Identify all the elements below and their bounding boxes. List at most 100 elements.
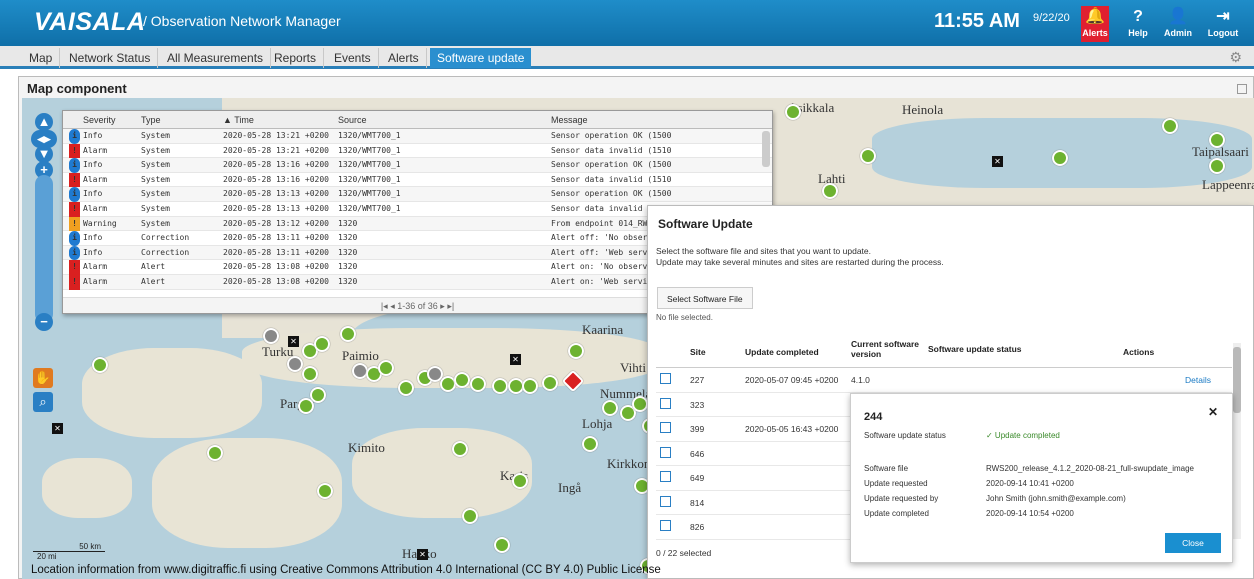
help-button[interactable]: ? Help bbox=[1118, 6, 1158, 42]
station-marker[interactable] bbox=[207, 445, 223, 461]
station-marker[interactable] bbox=[1209, 158, 1225, 174]
station-marker[interactable] bbox=[494, 537, 510, 553]
station-marker[interactable] bbox=[454, 372, 470, 388]
col-site[interactable]: Site bbox=[690, 347, 706, 357]
close-icon[interactable]: ✕ bbox=[1208, 405, 1218, 419]
station-marker[interactable] bbox=[287, 356, 303, 372]
table-row[interactable]: ! Alarm System 2020-05-28 13:21 +0200 1320/W… bbox=[63, 143, 772, 159]
offline-station-icon[interactable]: ✕ bbox=[288, 336, 299, 347]
tab-reports[interactable]: Reports bbox=[267, 48, 325, 68]
tab-network-status[interactable]: Network Status bbox=[62, 48, 159, 68]
station-marker[interactable] bbox=[298, 398, 314, 414]
col-type[interactable]: Type bbox=[141, 111, 161, 129]
cell-severity: Alarm bbox=[83, 203, 108, 213]
station-marker[interactable] bbox=[512, 473, 528, 489]
maximize-icon[interactable] bbox=[1237, 84, 1247, 94]
close-button[interactable]: Close bbox=[1165, 533, 1221, 553]
station-marker[interactable] bbox=[1052, 150, 1068, 166]
cell-site: 649 bbox=[690, 473, 705, 483]
site-checkbox[interactable] bbox=[660, 471, 671, 482]
station-marker[interactable] bbox=[542, 375, 558, 391]
table-row[interactable]: i Info System 2020-05-28 13:13 +0200 1320/WM… bbox=[63, 187, 772, 202]
offline-station-icon[interactable]: ✕ bbox=[417, 549, 428, 560]
table-row[interactable]: 227 2020-05-07 09:45 +0200 4.1.0 Details bbox=[656, 368, 1232, 393]
col-message[interactable]: Message bbox=[551, 111, 588, 129]
col-update-status[interactable]: Software update status bbox=[928, 344, 1022, 354]
software-update-description: Select the software file and sites that … bbox=[656, 246, 944, 268]
clock-time: 11:55 AM bbox=[934, 10, 1020, 32]
site-checkbox[interactable] bbox=[660, 397, 671, 409]
logout-button[interactable]: ⇥ Logout bbox=[1203, 6, 1243, 42]
col-actions[interactable]: Actions bbox=[1123, 347, 1154, 357]
station-marker[interactable] bbox=[1162, 118, 1178, 134]
station-marker[interactable] bbox=[398, 380, 414, 396]
col-time[interactable]: ▲ Time bbox=[223, 111, 254, 129]
settings-gear-icon[interactable]: ⚙ bbox=[1229, 49, 1242, 66]
station-marker[interactable] bbox=[340, 326, 356, 342]
zoom-out-icon[interactable]: − bbox=[35, 313, 53, 331]
scrollbar-thumb[interactable] bbox=[1233, 347, 1241, 413]
cell-update-completed: 2020-05-07 09:45 +0200 bbox=[745, 375, 839, 385]
station-marker[interactable] bbox=[317, 483, 333, 499]
cell-site: 646 bbox=[690, 448, 705, 459]
col-source[interactable]: Source bbox=[338, 111, 367, 129]
offline-station-icon[interactable]: ✕ bbox=[510, 354, 521, 365]
col-severity[interactable]: Severity bbox=[83, 111, 116, 129]
station-marker[interactable] bbox=[263, 328, 279, 344]
cell-severity: Info bbox=[83, 233, 103, 243]
station-marker[interactable] bbox=[568, 343, 584, 359]
offline-station-icon[interactable]: ✕ bbox=[992, 156, 1003, 167]
site-checkbox[interactable] bbox=[660, 520, 671, 531]
station-marker[interactable] bbox=[492, 378, 508, 394]
pan-up-icon[interactable]: ▲ bbox=[35, 113, 53, 131]
tab-alerts[interactable]: Alerts bbox=[381, 48, 427, 68]
station-marker[interactable] bbox=[302, 366, 318, 382]
place-name: Paimio bbox=[342, 348, 379, 363]
station-marker[interactable] bbox=[314, 336, 330, 352]
software-update-title: Software Update bbox=[658, 217, 753, 231]
station-marker[interactable] bbox=[582, 436, 598, 452]
station-marker[interactable] bbox=[522, 378, 538, 394]
next-page-icon[interactable]: ▸ bbox=[440, 301, 445, 311]
col-current-version[interactable]: Current software version bbox=[851, 339, 923, 359]
admin-button[interactable]: 👤 Admin bbox=[1158, 6, 1198, 42]
site-checkbox[interactable] bbox=[660, 422, 671, 433]
station-marker[interactable] bbox=[378, 360, 394, 376]
pan-hand-icon[interactable]: ✋ bbox=[33, 368, 53, 388]
col-update-completed[interactable]: Update completed bbox=[745, 347, 819, 357]
tab-map[interactable]: Map bbox=[22, 48, 61, 68]
station-marker[interactable] bbox=[822, 183, 838, 199]
station-marker[interactable] bbox=[860, 148, 876, 164]
station-marker[interactable] bbox=[452, 441, 468, 457]
zoom-slider[interactable] bbox=[35, 175, 53, 323]
station-marker[interactable] bbox=[785, 104, 801, 120]
tab-events[interactable]: Events bbox=[327, 48, 379, 68]
station-marker[interactable] bbox=[632, 396, 648, 412]
offline-station-icon[interactable]: ✕ bbox=[52, 423, 63, 434]
events-scrollbar[interactable] bbox=[762, 131, 770, 167]
tab-software-update[interactable]: Software update bbox=[430, 48, 532, 68]
cell-site: 826 bbox=[690, 522, 705, 532]
station-marker[interactable] bbox=[470, 376, 486, 392]
table-row[interactable]: ! Alarm System 2020-05-28 13:16 +0200 1320/W… bbox=[63, 172, 772, 188]
table-row[interactable]: i Info System 2020-05-28 13:21 +0200 1320/WM… bbox=[63, 129, 772, 144]
site-checkbox[interactable] bbox=[660, 373, 671, 384]
tab-all-measurements[interactable]: All Measurements bbox=[160, 48, 272, 68]
cell-severity: Info bbox=[83, 160, 103, 170]
alerts-button[interactable]: 🔔 Alerts bbox=[1081, 6, 1109, 42]
software-update-scrollbar[interactable] bbox=[1233, 343, 1241, 539]
map-scale: 50 km 20 mi bbox=[33, 542, 105, 561]
site-checkbox[interactable] bbox=[660, 495, 671, 507]
station-marker[interactable] bbox=[462, 508, 478, 524]
station-marker[interactable] bbox=[1209, 132, 1225, 148]
details-link[interactable]: Details bbox=[1185, 375, 1211, 385]
last-page-icon[interactable]: ▸| bbox=[447, 301, 454, 311]
station-marker[interactable] bbox=[92, 357, 108, 373]
cell-time: 2020-05-28 13:11 +0200 bbox=[223, 247, 329, 257]
table-row[interactable]: i Info System 2020-05-28 13:16 +0200 1320/WM… bbox=[63, 158, 772, 173]
zoom-box-icon[interactable]: ⌕ bbox=[33, 392, 53, 412]
site-checkbox[interactable] bbox=[660, 446, 671, 458]
station-marker[interactable] bbox=[602, 400, 618, 416]
select-software-file-button[interactable]: Select Software File bbox=[657, 287, 753, 309]
first-page-icon[interactable]: |◂ bbox=[381, 301, 390, 311]
